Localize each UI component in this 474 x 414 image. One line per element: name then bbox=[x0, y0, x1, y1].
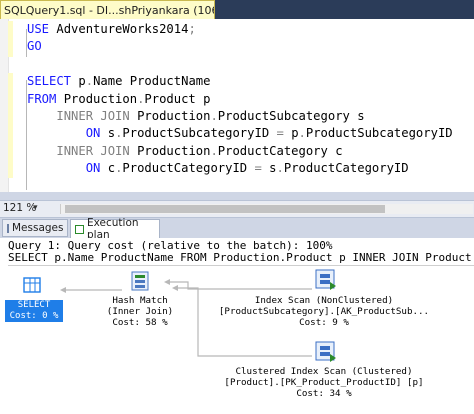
index-scan-object: [ProductSubcategory].[AK_ProductSub... bbox=[218, 306, 430, 317]
code-token: SELECT bbox=[27, 74, 79, 89]
sql-code[interactable]: USE AdventureWorks2014; GO SELECT p.Name P… bbox=[27, 21, 453, 178]
hash-match-sub: (Inner Join) bbox=[106, 306, 174, 317]
query-editor[interactable]: USE AdventureWorks2014; GO SELECT p.Name P… bbox=[0, 19, 474, 192]
query-document-tab[interactable]: SQLQuery1.sql - DI...shPriyankara (106))… bbox=[0, 0, 215, 19]
code-token: Production bbox=[137, 143, 211, 158]
code-line[interactable]: INNER JOIN Production.ProductSubcategory… bbox=[27, 108, 453, 125]
index-scan-icon[interactable] bbox=[315, 269, 336, 290]
clustered-scan-object: [Product].[PK_Product_ProductID] [p] bbox=[224, 377, 424, 388]
tab-messages[interactable]: Messages bbox=[2, 219, 68, 237]
hash-match-node[interactable]: Hash Match (Inner Join) Cost: 58 % bbox=[92, 295, 188, 328]
code-token: . bbox=[298, 126, 306, 141]
code-line[interactable]: ON s.ProductSubcategoryID = p.ProductSub… bbox=[27, 125, 453, 142]
code-token: s bbox=[107, 126, 116, 141]
execution-plan-icon bbox=[75, 224, 85, 234]
code-token: ProductSubcategoryID bbox=[305, 126, 453, 141]
tab-messages-label: Messages bbox=[12, 222, 64, 234]
code-token: s bbox=[269, 161, 277, 176]
code-token: Production bbox=[137, 108, 211, 123]
code-token: p bbox=[78, 74, 86, 89]
code-token: INNER JOIN bbox=[56, 143, 138, 158]
clustered-scan-label: Clustered Index Scan (Clustered) bbox=[235, 366, 413, 377]
hash-match-icon[interactable] bbox=[131, 271, 149, 291]
code-token: USE bbox=[27, 22, 57, 36]
code-token: ProductCategory c bbox=[217, 143, 343, 158]
select-operator-label[interactable]: SELECT Cost: 0 % bbox=[5, 300, 63, 322]
code-line[interactable]: GO bbox=[27, 38, 453, 55]
code-token: . bbox=[276, 161, 284, 176]
code-token: ; bbox=[188, 22, 196, 36]
execution-plan-pane[interactable]: Query 1: Query cost (relative to the bat… bbox=[0, 238, 474, 414]
code-token: Name ProductName bbox=[93, 74, 211, 89]
connector-arrows bbox=[60, 279, 178, 293]
code-token: ProductCategoryID bbox=[283, 161, 409, 176]
chevron-down-icon[interactable]: ▾ bbox=[33, 203, 38, 213]
code-token: . bbox=[85, 74, 94, 89]
clustered-index-scan-node[interactable]: Clustered Index Scan (Clustered) [Produc… bbox=[218, 366, 430, 399]
code-line[interactable]: SELECT p.Name ProductName bbox=[27, 73, 453, 90]
tab-execution-plan[interactable]: Execution plan bbox=[70, 217, 160, 241]
index-scan-label: Index Scan (NonClustered) bbox=[254, 295, 394, 306]
index-scan-node[interactable]: Index Scan (NonClustered) [ProductSubcat… bbox=[218, 295, 430, 328]
code-token: ProductSubcategoryID bbox=[122, 126, 277, 141]
code-token: ProductCategoryID bbox=[122, 161, 255, 176]
select-label: SELECT bbox=[17, 300, 51, 310]
document-tab-title: SQLQuery1.sql - DI...shPriyankara (106))… bbox=[4, 3, 215, 17]
code-line[interactable] bbox=[27, 56, 453, 73]
code-token: ON bbox=[85, 126, 108, 141]
horizontal-scrollbar[interactable] bbox=[60, 204, 473, 214]
code-token: Production bbox=[63, 91, 138, 106]
code-line[interactable]: FROM Production.Product p bbox=[27, 91, 453, 108]
result-tabs: Messages Execution plan bbox=[0, 217, 474, 241]
code-token: ProductSubcategory s bbox=[217, 108, 365, 123]
hash-match-label: Hash Match bbox=[112, 295, 168, 306]
messages-icon bbox=[7, 223, 9, 233]
code-line[interactable]: INNER JOIN Production.ProductCategory c bbox=[27, 143, 453, 160]
code-token: INNER JOIN bbox=[56, 108, 138, 123]
select-operator-icon[interactable] bbox=[23, 277, 41, 293]
clustered-scan-cost: Cost: 34 % bbox=[296, 388, 352, 399]
editor-status-bar: 121 % ▾ bbox=[0, 200, 474, 218]
code-token: ON bbox=[85, 161, 108, 176]
code-token: . bbox=[210, 143, 218, 158]
document-tab-bar: SQLQuery1.sql - DI...shPriyankara (106))… bbox=[0, 0, 474, 19]
code-token: = bbox=[276, 126, 292, 141]
hash-match-cost: Cost: 58 % bbox=[112, 317, 168, 328]
code-token: p bbox=[291, 126, 299, 141]
code-token: = bbox=[254, 161, 270, 176]
code-token: AdventureWorks2014 bbox=[56, 22, 189, 36]
scrollbar-thumb[interactable] bbox=[65, 205, 385, 213]
code-line[interactable]: USE AdventureWorks2014; bbox=[27, 21, 453, 38]
code-token: FROM bbox=[27, 91, 64, 106]
code-line[interactable]: ON c.ProductCategoryID = s.ProductCatego… bbox=[27, 160, 453, 177]
select-cost: Cost: 0 % bbox=[9, 311, 59, 321]
change-indicator bbox=[8, 73, 13, 178]
clustered-index-scan-icon[interactable] bbox=[315, 341, 336, 362]
code-token: GO bbox=[27, 39, 42, 54]
index-scan-cost: Cost: 9 % bbox=[299, 317, 349, 328]
code-token: . bbox=[210, 108, 218, 123]
zoom-level[interactable]: 121 % bbox=[3, 202, 36, 214]
change-indicator bbox=[8, 21, 13, 57]
code-token: c bbox=[107, 161, 116, 176]
code-token: Product p bbox=[144, 91, 211, 106]
